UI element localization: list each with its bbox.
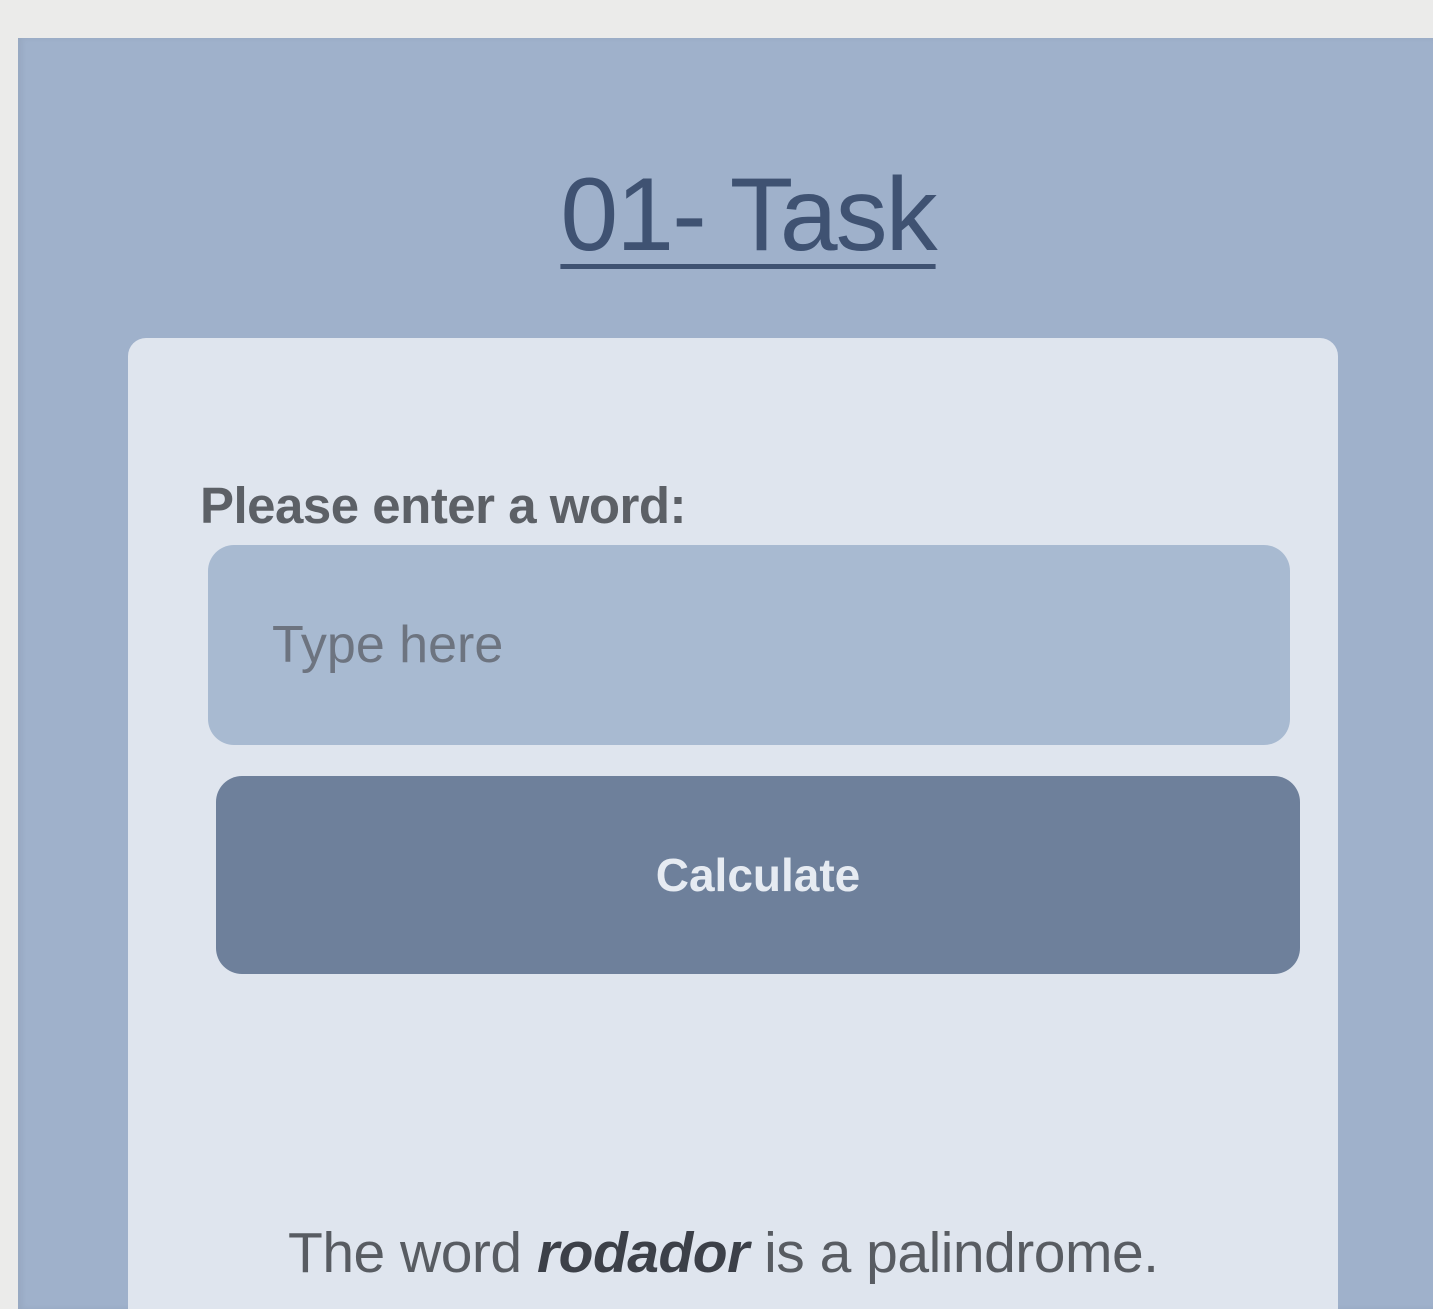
word-input[interactable] bbox=[208, 545, 1290, 745]
result-suffix: is a palindrome. bbox=[748, 1221, 1159, 1285]
page-title: 01- Task bbox=[560, 157, 937, 273]
calculate-button[interactable]: Calculate bbox=[216, 776, 1300, 974]
result-word: rodador bbox=[536, 1221, 749, 1285]
app-panel: 01- Task Please enter a word: Calculate … bbox=[18, 38, 1433, 1309]
word-field-label: Please enter a word: bbox=[200, 477, 687, 534]
result-prefix: The word bbox=[288, 1221, 537, 1285]
palindrome-card: Please enter a word: Calculate The word … bbox=[128, 338, 1338, 1309]
result-message: The word rodador is a palindrome. bbox=[288, 1220, 1159, 1286]
